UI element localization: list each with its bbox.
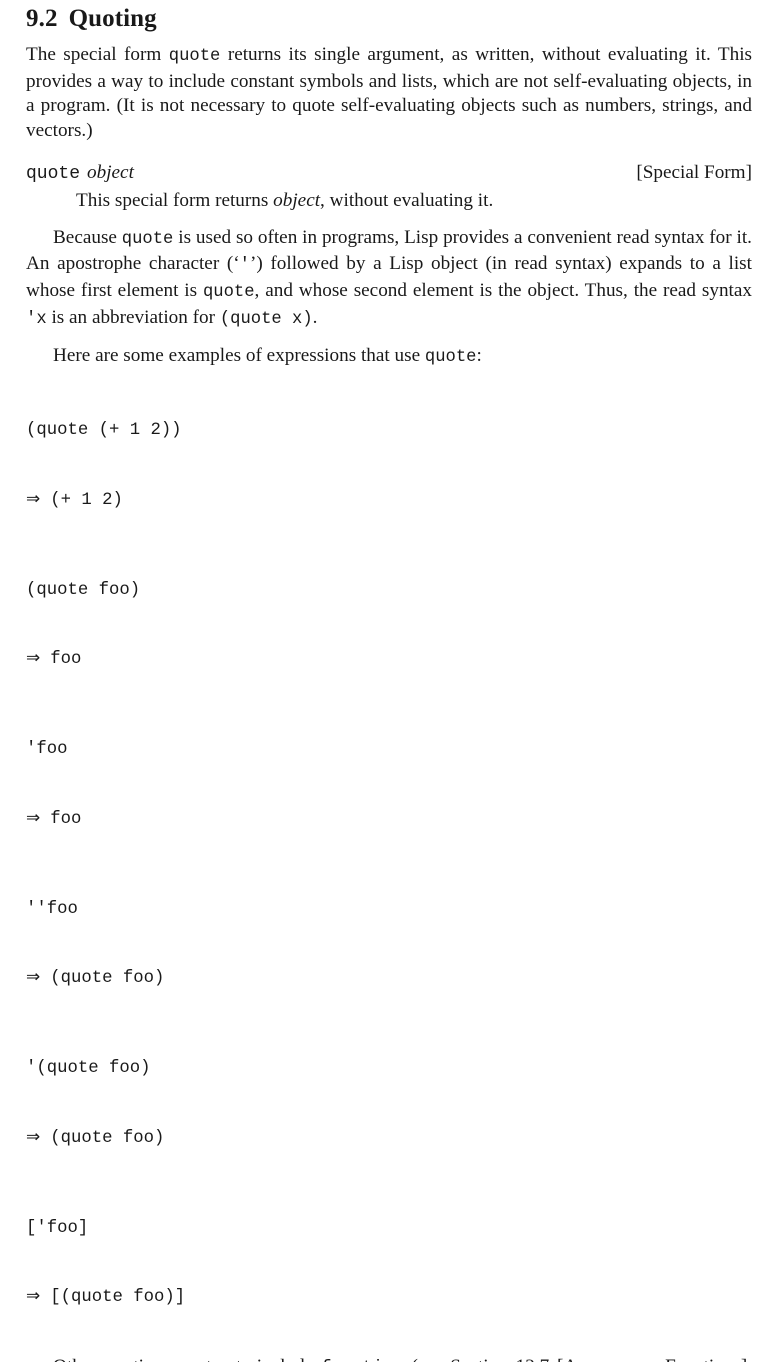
example-result: foo — [50, 650, 82, 670]
arrow-icon: ⇒ — [26, 488, 41, 509]
inline-code-quote-3: quote — [202, 282, 255, 302]
example-result: foo — [50, 809, 82, 829]
example-result-line: ⇒ [(quote foo)] — [26, 1285, 752, 1310]
arrow-icon: ⇒ — [26, 807, 41, 828]
definition-header: quote object [Special Form] — [26, 161, 752, 186]
examples-lead-paragraph: Here are some examples of expressions th… — [26, 344, 752, 371]
example-result-line: ⇒ foo — [26, 647, 752, 672]
read-syntax-paragraph: Because quote is used so often in progra… — [26, 226, 752, 333]
examples-lead-text-1: Here are some examples of expressions th… — [53, 345, 425, 367]
inline-code-quote-x-expansion: (quote x) — [219, 309, 313, 329]
example-result-line: ⇒ (+ 1 2) — [26, 488, 752, 513]
arrow-icon: ⇒ — [26, 967, 41, 988]
definition-description-text-2: , without evaluating it. — [320, 189, 494, 211]
section-title: Quoting — [68, 5, 157, 32]
arrow-icon: ⇒ — [26, 1286, 41, 1307]
read-syntax-text-5: is an abbreviation for — [46, 306, 220, 328]
inline-code-function: function — [321, 1359, 404, 1362]
example-result-line: ⇒ (quote foo) — [26, 966, 752, 991]
example-result-line: ⇒ (quote foo) — [26, 1126, 752, 1151]
definition-description-text-1: This special form returns — [76, 189, 274, 211]
document-page: 9.2 Quoting The special form quote return… — [0, 4, 780, 1362]
page-title: 9.2 Quoting — [26, 4, 752, 34]
arrow-icon: ⇒ — [26, 648, 41, 669]
inline-code-quote-2: quote — [121, 229, 174, 249]
examples-lead-text-2: : — [476, 345, 482, 367]
apostrophe-glyph: ' — [239, 256, 250, 276]
definition-name: quote — [26, 163, 81, 184]
closing-text-1: Other quoting constructs include — [53, 1356, 321, 1362]
read-syntax-text-4: , and whose second element is the object… — [254, 279, 752, 301]
definition-argument: object — [87, 161, 134, 183]
read-syntax-text-1: Because — [53, 226, 122, 248]
read-syntax-text-6: . — [312, 306, 318, 328]
definition-description: This special form returns object, withou… — [26, 189, 752, 214]
example-expression: (quote (+ 1 2)) — [26, 421, 182, 441]
example-expression: 'foo — [26, 740, 68, 760]
definition-category: [Special Form] — [636, 161, 752, 183]
example-result: [(quote foo)] — [50, 1288, 186, 1308]
example-expression: (quote foo) — [26, 580, 141, 600]
definition-description-italic: object — [273, 189, 321, 211]
arrow-icon: ⇒ — [26, 1126, 41, 1147]
example-expression: '(quote foo) — [26, 1059, 151, 1079]
example-result: (+ 1 2) — [50, 490, 123, 510]
intro-paragraph: The special form quote returns its singl… — [26, 43, 752, 144]
inline-code-quote: quote — [168, 47, 221, 66]
section-number: 9.2 — [26, 5, 58, 32]
example-result: (quote foo) — [50, 969, 165, 989]
example-result-line: ⇒ foo — [26, 807, 752, 832]
inline-code-quote-x: 'x — [26, 309, 47, 329]
example-expression: ['foo] — [26, 1218, 89, 1238]
definition-signature: quote object — [26, 161, 134, 186]
example-result: (quote foo) — [50, 1128, 165, 1148]
code-examples-block: (quote (+ 1 2)) ⇒ (+ 1 2) (quote foo) ⇒ fo… — [26, 375, 752, 1355]
closing-paragraph: Other quoting constructs include functio… — [26, 1355, 752, 1362]
inline-code-quote-4: quote — [424, 348, 477, 368]
intro-text-1: The special form — [26, 44, 169, 65]
example-expression: ''foo — [26, 899, 78, 919]
